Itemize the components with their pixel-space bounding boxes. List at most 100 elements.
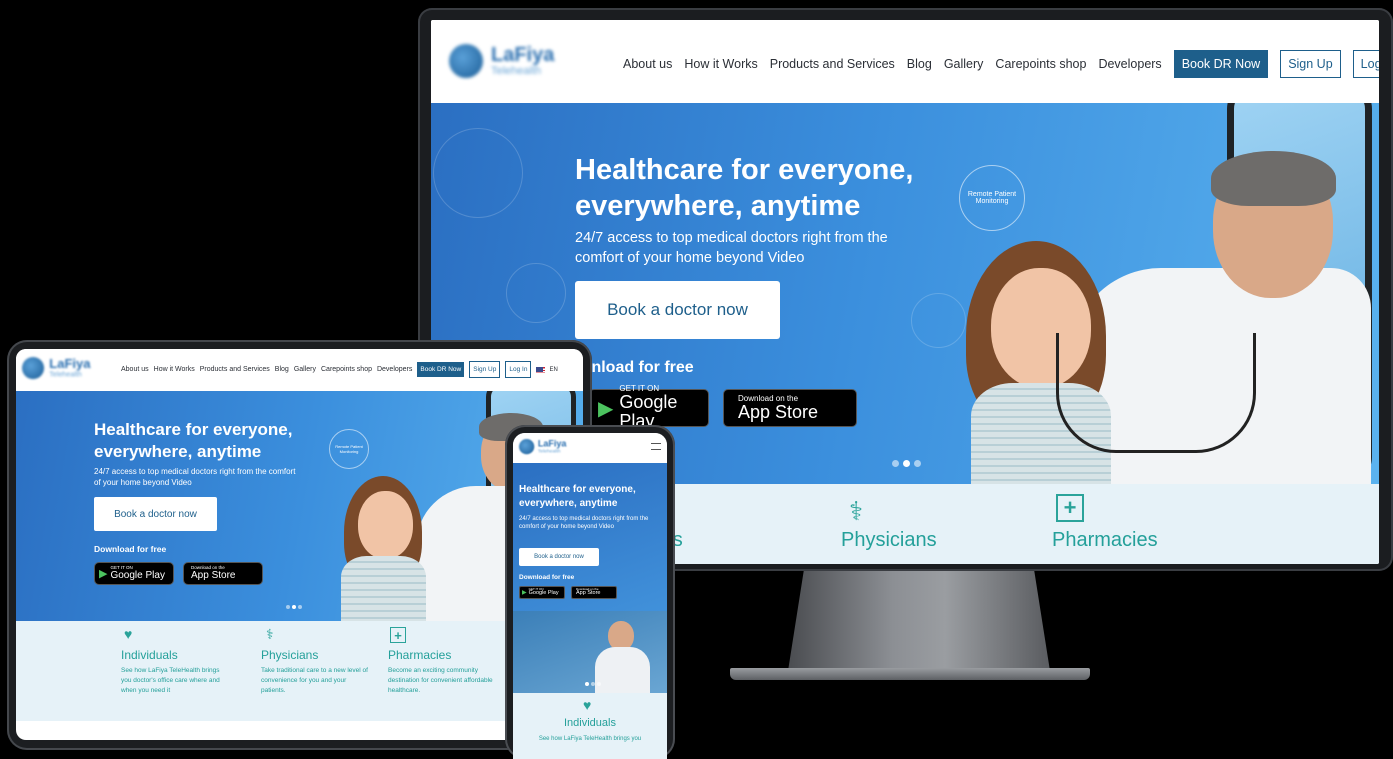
tablet-screen: LaFiya Telehealth About us How it Works P…: [16, 349, 583, 740]
book-doctor-button[interactable]: Book a doctor now: [519, 548, 599, 566]
hero-photo: [513, 611, 667, 693]
phone-header: LaFiya Telehealth: [513, 433, 667, 463]
carousel-dot[interactable]: [892, 460, 899, 467]
log-in-button[interactable]: Log In: [1352, 50, 1379, 78]
nav-how-it-works[interactable]: How it Works: [684, 57, 757, 71]
logo-icon: [22, 357, 45, 380]
carousel-dot[interactable]: [298, 605, 302, 609]
feature-individuals-desc: See how LaFiya TeleHealth brings you doc…: [121, 667, 220, 694]
nav-developers[interactable]: Developers: [1098, 57, 1161, 71]
tablet-features: ♥ Individuals See how LaFiya TeleHealth …: [16, 621, 583, 721]
nav-about-us[interactable]: About us: [623, 57, 672, 71]
play-icon: ▶: [522, 590, 527, 596]
phone-hero: Healthcare for everyone, everywhere, any…: [513, 463, 667, 693]
log-in-button[interactable]: Log In: [505, 361, 532, 378]
brand-name: LaFiya: [49, 357, 91, 372]
brand-sub: Telehealth: [537, 448, 561, 454]
brand-name: LaFiya: [537, 439, 567, 449]
heart-icon: ♥: [583, 697, 592, 713]
carousel-dot[interactable]: [585, 682, 589, 686]
google-play-big: Google Play: [110, 569, 165, 581]
carousel-dot[interactable]: [292, 605, 296, 609]
pharmacy-cross-icon: +: [390, 627, 406, 643]
doctor-hair: [1211, 151, 1336, 206]
book-doctor-button[interactable]: Book a doctor now: [94, 497, 217, 531]
monitor-stand: [788, 571, 1050, 671]
physician-caduceus-icon: ⚕: [266, 626, 274, 642]
feature-pharmacies-desc: Become an exciting community destination…: [388, 667, 493, 694]
google-play-badge[interactable]: ▶ GET IT ON Google Play: [519, 586, 565, 599]
feature-physicians-title: Physicians: [841, 529, 937, 551]
decor-circle: [911, 293, 966, 348]
carousel-dot[interactable]: [597, 682, 601, 686]
brand-logo[interactable]: LaFiya Telehealth: [449, 44, 554, 78]
book-dr-now-button[interactable]: Book DR Now: [1173, 50, 1269, 78]
google-play-badge[interactable]: ▶ GET IT ON Google Play: [589, 385, 709, 430]
play-icon: ▶: [598, 397, 614, 420]
nav-developers[interactable]: Developers: [377, 366, 412, 373]
tablet-hero: Healthcare for everyone, everywhere, any…: [16, 391, 583, 621]
tablet-header: LaFiya Telehealth About us How it Works P…: [16, 349, 583, 391]
brand-sub: Telehealth: [491, 65, 542, 77]
feature-individuals-desc: See how LaFiya TeleHealth brings you: [538, 736, 642, 742]
app-store-badge[interactable]: Download on the App Store: [183, 562, 263, 585]
carousel-dot[interactable]: [903, 460, 910, 467]
tablet-nav: About us How it Works Products and Servi…: [121, 361, 558, 378]
feature-pharmacies-title: Pharmacies: [1052, 529, 1158, 551]
sign-up-button[interactable]: Sign Up: [1280, 50, 1341, 78]
us-flag-icon: [536, 366, 546, 373]
app-store-badge[interactable]: Download on the App Store: [571, 586, 617, 599]
carousel-dots[interactable]: [286, 605, 302, 609]
logo-icon: [449, 44, 483, 78]
hero-subtitle: 24/7 access to top medical doctors right…: [575, 230, 888, 267]
nav-about-us[interactable]: About us: [121, 366, 149, 373]
nav-how-it-works[interactable]: How it Works: [154, 366, 195, 373]
monitor-base: [730, 668, 1090, 680]
phone-logo[interactable]: LaFiya Telehealth: [519, 439, 567, 455]
feature-individuals-title: Individuals: [564, 717, 616, 729]
decor-circle: [433, 128, 523, 218]
app-store-big: App Store: [738, 401, 819, 422]
nav-products-services[interactable]: Products and Services: [770, 57, 895, 71]
nav-carepoints-shop[interactable]: Carepoints shop: [321, 366, 372, 373]
nav-carepoints-shop[interactable]: Carepoints shop: [995, 57, 1086, 71]
feature-physicians-title: Physicians: [261, 648, 319, 662]
download-heading: Download for free: [94, 544, 167, 554]
book-dr-now-button[interactable]: Book DR Now: [417, 362, 465, 377]
google-play-badge[interactable]: ▶ GET IT ON Google Play: [94, 562, 174, 585]
hamburger-menu-icon[interactable]: [651, 443, 661, 450]
feature-physicians-desc: Take traditional care to a new level of …: [261, 667, 368, 694]
app-store-big: App Store: [191, 569, 236, 581]
phone-screen: LaFiya Telehealth Healthcare for everyone…: [513, 433, 667, 759]
girl-shirt: [341, 556, 426, 621]
remote-monitoring-badge: Remote Patient Monitoring: [329, 429, 369, 469]
nav-blog[interactable]: Blog: [907, 57, 932, 71]
doctor-coat: [595, 647, 650, 693]
device-mockup-stage: LaFiya Telehealth About us How it Works …: [0, 0, 1393, 759]
girl-face: [358, 491, 413, 559]
pharmacy-cross-icon: +: [1056, 494, 1084, 522]
nav-gallery[interactable]: Gallery: [944, 57, 984, 71]
stethoscope: [1056, 333, 1256, 453]
carousel-dot[interactable]: [914, 460, 921, 467]
hero-title: Healthcare for everyone, everywhere, any…: [575, 154, 914, 223]
nav-blog[interactable]: Blog: [275, 366, 289, 373]
carousel-dot[interactable]: [591, 682, 595, 686]
nav-products-services[interactable]: Products and Services: [200, 366, 270, 373]
carousel-dot[interactable]: [286, 605, 290, 609]
nav-gallery[interactable]: Gallery: [294, 366, 316, 373]
tablet-logo[interactable]: LaFiya Telehealth: [22, 357, 91, 380]
sign-up-button[interactable]: Sign Up: [469, 361, 501, 378]
hero-title: Healthcare for everyone, everywhere, any…: [94, 420, 293, 462]
heart-icon: ♥: [124, 626, 133, 642]
download-heading: Download for free: [519, 574, 575, 581]
language-selector[interactable]: EN: [536, 366, 558, 373]
physician-caduceus-icon: ⚕: [849, 496, 864, 526]
book-doctor-button[interactable]: Book a doctor now: [575, 281, 780, 339]
decor-circle: [506, 263, 566, 323]
carousel-dots[interactable]: [585, 682, 601, 686]
carousel-dots[interactable]: [892, 460, 921, 467]
app-store-badge[interactable]: Download on the App Store: [723, 389, 857, 427]
language-label: EN: [549, 366, 558, 373]
feature-pharmacies-title: Pharmacies: [388, 648, 452, 662]
